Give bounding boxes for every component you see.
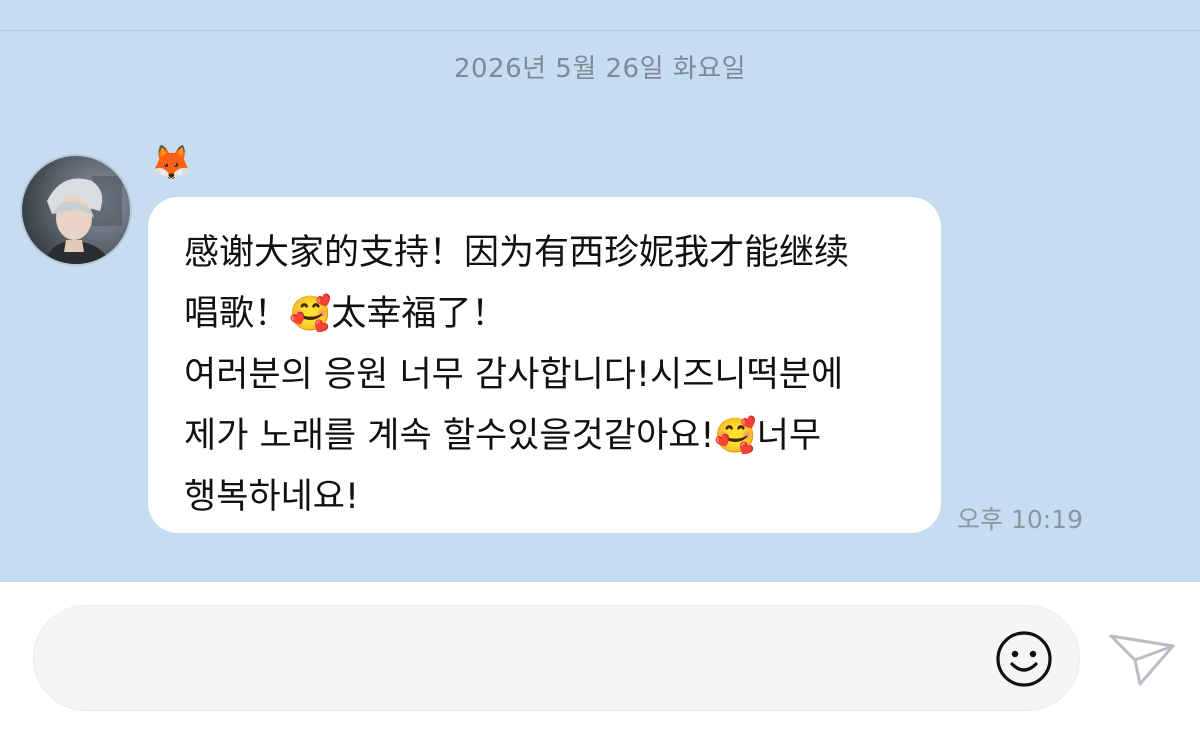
avatar-photo [22,156,130,264]
message-line: 행복하네요! [184,477,360,517]
top-divider [0,30,1200,31]
fox-emoji-icon: 🦊 [150,143,193,183]
message-line: 感谢大家的支持！因为有西珍妮我才能继续 [184,233,850,273]
message-line: 제가 노래를 계속 할수있을것같아요!🥰너무 [184,416,822,456]
message-line: 唱歌！🥰太幸福了！ [184,294,507,334]
message-composer[interactable] [33,605,1080,711]
date-separator: 2026년 5월 26일 화요일 [453,54,747,84]
message-time: 오후 10:19 [957,505,1083,534]
avatar[interactable] [20,154,132,266]
smiling-hearts-emoji-icon: 🥰 [289,294,332,334]
message-line: 여러분의 응원 너무 감사합니다!시즈니떡분에 [184,355,844,395]
chat-area: 2026년 5월 26일 화요일 🦊 感谢大家的支持！因为有西珍妮我才能继续 唱… [0,0,1200,582]
message-bubble[interactable]: 感谢大家的支持！因为有西珍妮我才能继续 唱歌！🥰太幸福了！ 여러분의 응원 너무… [148,197,941,533]
smiley-icon[interactable] [995,630,1053,688]
message-input[interactable] [74,634,974,684]
smiling-hearts-emoji-icon: 🥰 [714,416,757,456]
send-icon[interactable] [1108,630,1176,688]
